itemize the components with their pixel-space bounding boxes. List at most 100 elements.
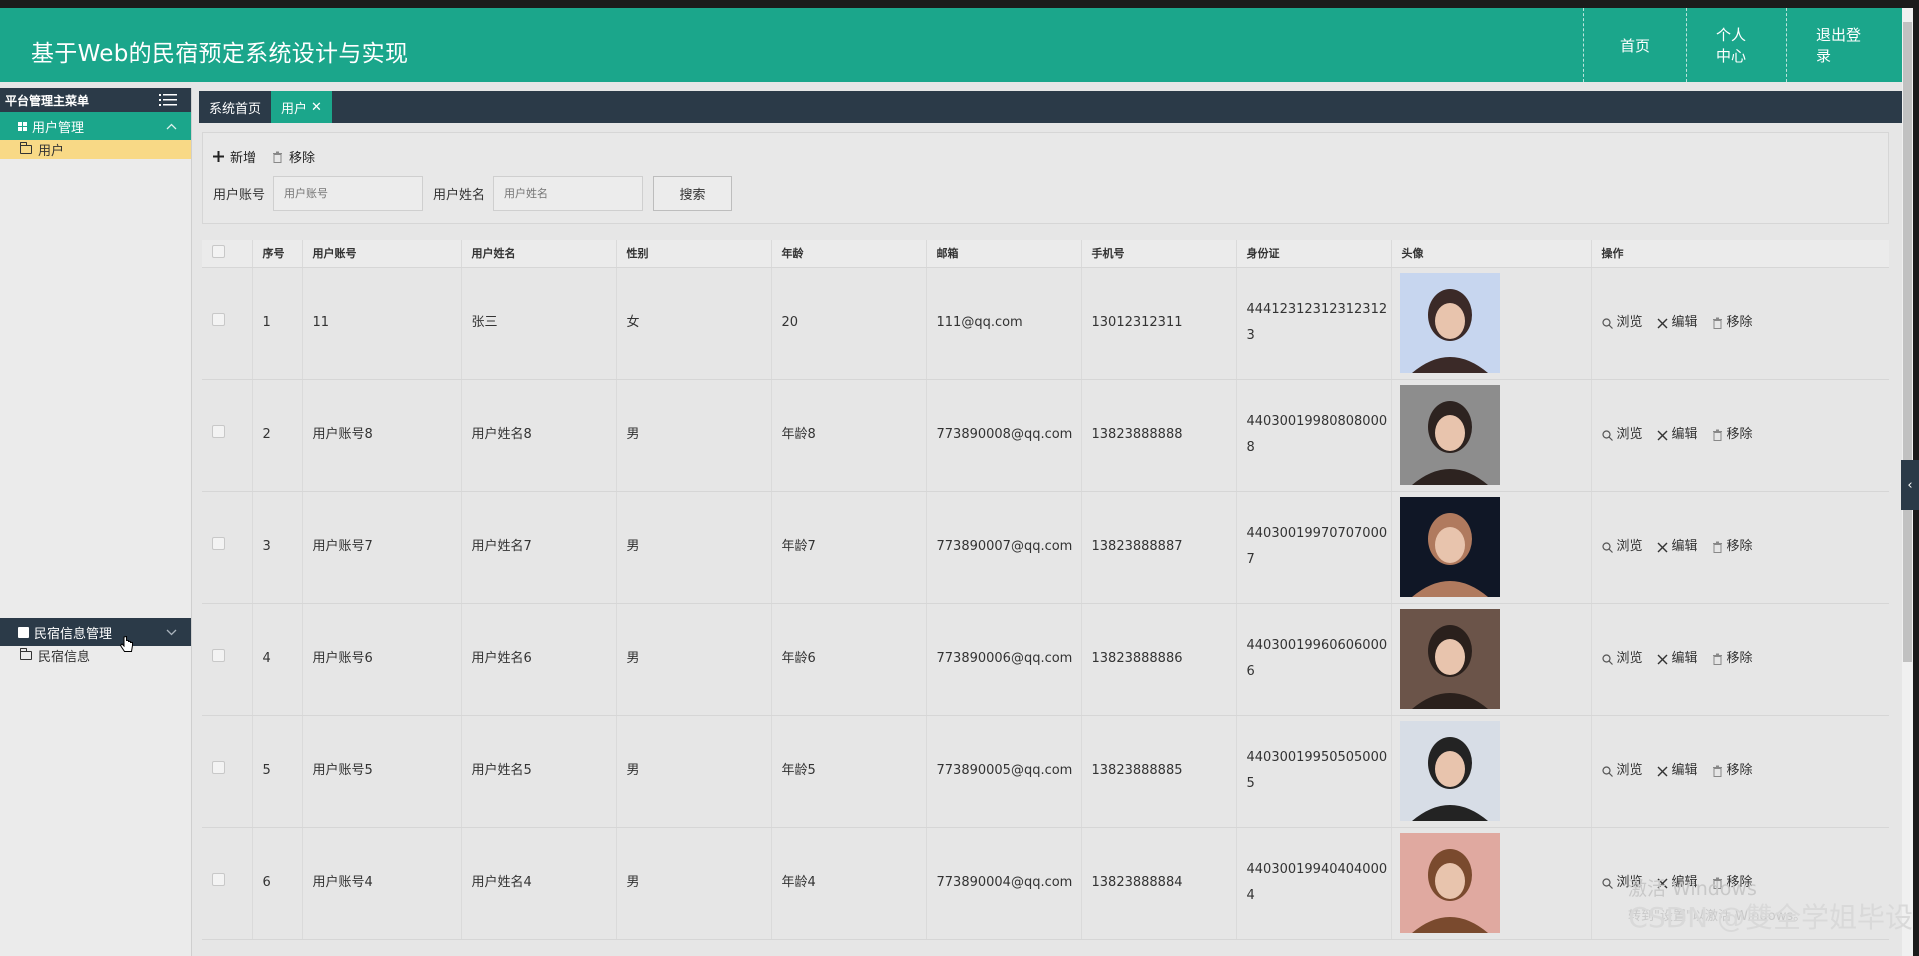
row-select-cell[interactable]	[202, 715, 253, 828]
column-header: 年龄	[771, 240, 927, 268]
email-cell: 773890005@qq.com	[926, 715, 1082, 828]
menu-list-icon[interactable]	[159, 94, 177, 106]
name-cell: 用户姓名7	[461, 491, 617, 604]
select-all-header[interactable]	[202, 240, 253, 268]
trash-icon	[1712, 765, 1722, 777]
account-cell: 用户账号8	[302, 379, 462, 492]
column-header: 身份证	[1236, 240, 1392, 268]
remove-row-button[interactable]: 移除	[1712, 534, 1753, 560]
sidebar-item-user[interactable]: 用户	[0, 140, 191, 159]
name-label: 用户姓名	[433, 188, 486, 203]
age-cell: 年龄4	[771, 827, 927, 940]
select-all-checkbox[interactable]	[212, 245, 225, 259]
trash-icon	[1712, 317, 1722, 329]
row-select-cell[interactable]	[202, 491, 253, 604]
tab-user[interactable]: 用户 ✕	[271, 91, 332, 123]
close-icon[interactable]: ✕	[311, 100, 322, 115]
avatar	[1399, 385, 1500, 485]
sidebar-group-label: 民宿信息管理	[34, 626, 113, 642]
sidebar-item-homestay-info[interactable]: 民宿信息	[0, 646, 191, 665]
idcard-cell: 440300199606060006	[1236, 603, 1392, 716]
age-cell: 年龄5	[771, 715, 927, 828]
remove-row-button[interactable]: 移除	[1712, 310, 1753, 336]
chevron-down-icon	[166, 629, 177, 635]
view-label: 浏览	[1616, 315, 1643, 330]
row-select-cell[interactable]	[202, 827, 253, 940]
nav-home[interactable]: 首页	[1583, 8, 1686, 82]
row-checkbox[interactable]	[212, 649, 225, 662]
avatar	[1399, 833, 1500, 933]
column-header: 用户姓名	[461, 240, 617, 268]
account-cell: 用户账号7	[302, 491, 462, 604]
search-icon	[1601, 541, 1613, 553]
remove-button[interactable]: 移除	[272, 147, 315, 166]
row-checkbox[interactable]	[212, 313, 225, 326]
search-button[interactable]: 搜索	[653, 176, 733, 211]
email-cell: 773890004@qq.com	[926, 827, 1082, 940]
account-search-input[interactable]	[273, 176, 424, 211]
search-icon	[1601, 765, 1613, 777]
add-button[interactable]: 新增	[213, 147, 256, 166]
sidebar-header: 平台管理主菜单	[0, 88, 191, 112]
sidebar-group-homestay-management[interactable]: 民宿信息管理	[0, 618, 191, 646]
name-cell: 用户姓名6	[461, 603, 617, 716]
row-select-cell[interactable]	[202, 267, 253, 380]
view-label: 浏览	[1616, 539, 1643, 554]
remove-row-button[interactable]: 移除	[1712, 646, 1753, 672]
nav-profile[interactable]: 个人中心	[1686, 8, 1786, 82]
view-button[interactable]: 浏览	[1601, 534, 1643, 560]
avatar-cell	[1391, 715, 1592, 828]
name-cell: 用户姓名5	[461, 715, 617, 828]
row-checkbox[interactable]	[212, 537, 225, 550]
view-button[interactable]: 浏览	[1601, 422, 1643, 448]
view-button[interactable]: 浏览	[1601, 646, 1643, 672]
edit-button[interactable]: 编辑	[1657, 534, 1698, 560]
avatar	[1399, 273, 1500, 373]
avatar-cell	[1391, 491, 1592, 604]
row-select-cell[interactable]	[202, 379, 253, 492]
name-cell: 用户姓名4	[461, 827, 617, 940]
age-cell: 年龄6	[771, 603, 927, 716]
chevron-up-icon	[166, 123, 177, 129]
edit-button[interactable]: 编辑	[1657, 422, 1698, 448]
view-button[interactable]: 浏览	[1601, 758, 1643, 784]
view-label: 浏览	[1616, 651, 1643, 666]
folder-icon	[20, 142, 32, 154]
account-cell: 用户账号4	[302, 827, 462, 940]
idcard-cell: 440300199505050005	[1236, 715, 1392, 828]
name-search-input[interactable]	[493, 176, 644, 211]
edit-button[interactable]: 编辑	[1657, 758, 1698, 784]
tools-icon	[1657, 654, 1668, 664]
tab-label: 系统首页	[209, 101, 262, 117]
column-header: 序号	[252, 240, 303, 268]
gender-cell: 男	[616, 827, 772, 940]
gender-cell: 男	[616, 603, 772, 716]
row-checkbox[interactable]	[212, 425, 225, 438]
view-label: 浏览	[1616, 427, 1643, 442]
idcard-cell: 444123123123123123	[1236, 267, 1392, 380]
user-table-container: 序号 用户账号 用户姓名 性别 年龄 邮箱 手机号 身份证 头像 操作 1 11 张…	[202, 240, 1889, 956]
row-number: 3	[252, 491, 303, 604]
nav-logout[interactable]: 退出登录	[1786, 8, 1902, 82]
operations-cell: 浏览 编辑 移除	[1591, 379, 1889, 492]
remove-row-button[interactable]: 移除	[1712, 422, 1753, 448]
row-select-cell[interactable]	[202, 603, 253, 716]
remove-row-button[interactable]: 移除	[1712, 758, 1753, 784]
scrollbar-thumb[interactable]	[1903, 22, 1912, 662]
edit-button[interactable]: 编辑	[1657, 646, 1698, 672]
row-checkbox[interactable]	[212, 873, 225, 886]
row-number: 4	[252, 603, 303, 716]
email-cell: 773890007@qq.com	[926, 491, 1082, 604]
view-button[interactable]: 浏览	[1601, 310, 1643, 336]
sidebar-group-label: 用户管理	[32, 120, 85, 136]
side-panel-toggle[interactable]: ‹	[1901, 460, 1919, 510]
column-header: 邮箱	[926, 240, 1082, 268]
column-header: 手机号	[1081, 240, 1237, 268]
row-checkbox[interactable]	[212, 761, 225, 774]
edit-button[interactable]: 编辑	[1657, 310, 1698, 336]
search-icon	[1601, 317, 1613, 329]
tab-system-home[interactable]: 系统首页	[199, 91, 271, 123]
checkbox-square-icon	[18, 626, 29, 638]
sidebar-group-user-management[interactable]: 用户管理	[0, 112, 191, 140]
column-header: 头像	[1391, 240, 1592, 268]
